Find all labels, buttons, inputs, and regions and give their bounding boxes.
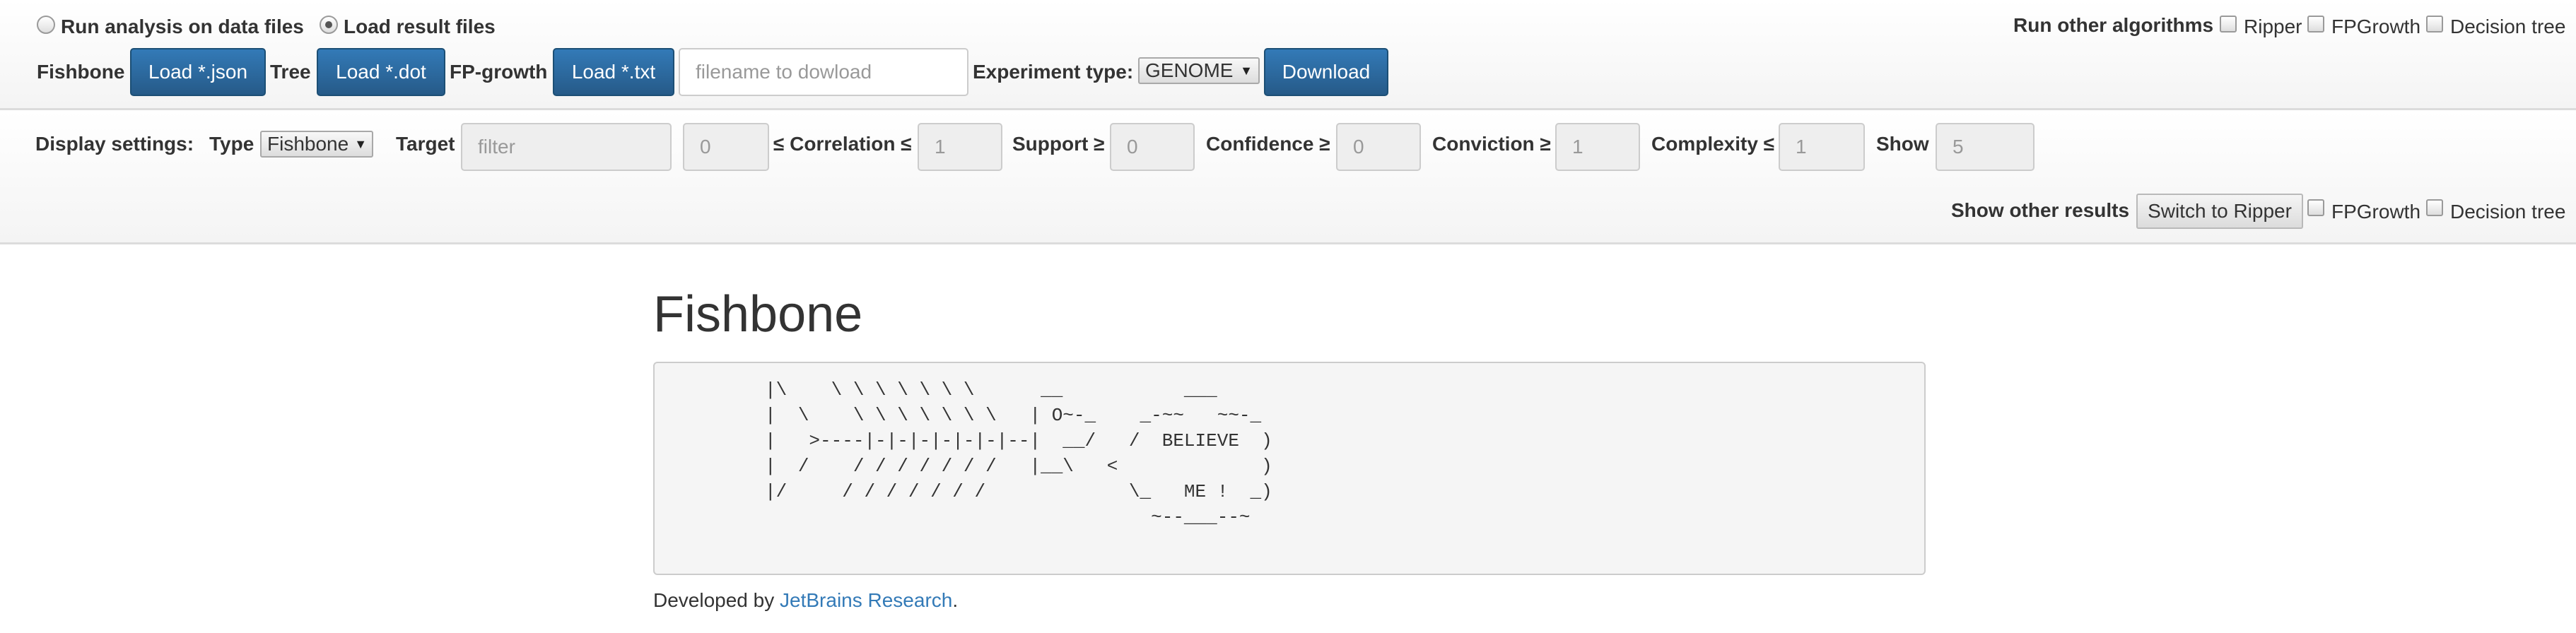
- result-output-panel: |\ \ \ \ \ \ \ \ __ ___ | \ \ \ \ \ \ \ …: [653, 362, 1926, 575]
- complexity-input[interactable]: 1: [1779, 123, 1865, 171]
- page-title: Fishbone: [653, 286, 863, 343]
- footer-prefix: Developed by: [653, 589, 780, 611]
- chevron-down-icon: ▼: [354, 136, 368, 151]
- complexity-label: Complexity ≤: [1651, 133, 1775, 155]
- load-results-radio[interactable]: [320, 16, 338, 34]
- correlation-min-input[interactable]: 0: [683, 123, 769, 171]
- show-decision-tree-checkbox[interactable]: [2426, 199, 2443, 216]
- correlation-max-value: 1: [935, 136, 946, 158]
- footer: Developed by JetBrains Research.: [653, 589, 958, 612]
- target-label: Target: [396, 133, 455, 155]
- show-count-value: 5: [1953, 136, 1964, 158]
- load-json-button[interactable]: Load *.json: [130, 48, 266, 96]
- run-ripper-label[interactable]: Ripper: [2244, 16, 2302, 38]
- load-dot-button[interactable]: Load *.dot: [317, 48, 445, 96]
- confidence-value: 0: [1353, 136, 1364, 158]
- experiment-type-select[interactable]: GENOME ▼: [1138, 57, 1260, 84]
- type-select[interactable]: Fishbone ▼: [260, 131, 373, 158]
- run-decision-tree-checkbox[interactable]: [2426, 16, 2443, 32]
- tree-loader-label: Tree: [270, 61, 311, 83]
- support-input[interactable]: 0: [1110, 123, 1195, 171]
- run-fpgrowth-label[interactable]: FPGrowth: [2331, 16, 2420, 38]
- correlation-max-input[interactable]: 1: [918, 123, 1002, 171]
- fpgrowth-loader-label: FP-growth: [450, 61, 548, 83]
- type-value: Fishbone: [267, 133, 349, 155]
- load-results-label[interactable]: Load result files: [344, 16, 496, 38]
- target-filter-placeholder: filter: [478, 136, 515, 158]
- correlation-min-value: 0: [700, 136, 711, 158]
- show-fpgrowth-checkbox[interactable]: [2307, 199, 2324, 216]
- support-value: 0: [1127, 136, 1138, 158]
- confidence-input[interactable]: 0: [1336, 123, 1421, 171]
- display-settings-label: Display settings:: [35, 133, 194, 155]
- run-ripper-checkbox[interactable]: [2220, 16, 2237, 32]
- run-decision-tree-label[interactable]: Decision tree: [2450, 16, 2565, 38]
- fishbone-loader-label: Fishbone: [37, 61, 125, 83]
- run-analysis-radio[interactable]: [37, 16, 55, 34]
- download-button[interactable]: Download: [1264, 48, 1388, 96]
- show-label: Show: [1876, 133, 1929, 155]
- download-filename-input[interactable]: filename to dowload: [679, 48, 968, 96]
- display-settings-bar: Display settings: Type Fishbone ▼ Target…: [0, 110, 2576, 244]
- footer-suffix: .: [952, 589, 959, 611]
- experiment-type-value: GENOME: [1145, 59, 1234, 81]
- show-fpgrowth-label[interactable]: FPGrowth: [2331, 201, 2420, 223]
- run-analysis-label[interactable]: Run analysis on data files: [61, 16, 304, 38]
- correlation-label: ≤ Correlation ≤: [773, 133, 912, 155]
- show-other-results-label: Show other results: [1951, 199, 2130, 221]
- experiment-type-label: Experiment type:: [973, 61, 1134, 83]
- jetbrains-research-link[interactable]: JetBrains Research: [780, 589, 952, 611]
- chevron-down-icon: ▼: [1240, 63, 1253, 78]
- type-label: Type: [209, 133, 254, 155]
- fishbone-ascii-art: |\ \ \ \ \ \ \ \ __ ___ | \ \ \ \ \ \ \ …: [765, 379, 1272, 528]
- conviction-input[interactable]: 1: [1555, 123, 1640, 171]
- run-other-algorithms-label: Run other algorithms: [2013, 14, 2214, 36]
- show-count-input[interactable]: 5: [1936, 123, 2035, 171]
- top-toolbar: Run analysis on data files Load result f…: [0, 0, 2576, 110]
- show-decision-tree-label[interactable]: Decision tree: [2450, 201, 2565, 223]
- download-filename-placeholder: filename to dowload: [696, 61, 872, 83]
- run-fpgrowth-checkbox[interactable]: [2307, 16, 2324, 32]
- conviction-label: Conviction ≥: [1432, 133, 1551, 155]
- complexity-value: 1: [1796, 136, 1807, 158]
- conviction-value: 1: [1572, 136, 1583, 158]
- target-filter-input[interactable]: filter: [461, 123, 672, 171]
- switch-to-ripper-button[interactable]: Switch to Ripper: [2136, 194, 2303, 229]
- confidence-label: Confidence ≥: [1206, 133, 1330, 155]
- load-txt-button[interactable]: Load *.txt: [553, 48, 674, 96]
- support-label: Support ≥: [1012, 133, 1105, 155]
